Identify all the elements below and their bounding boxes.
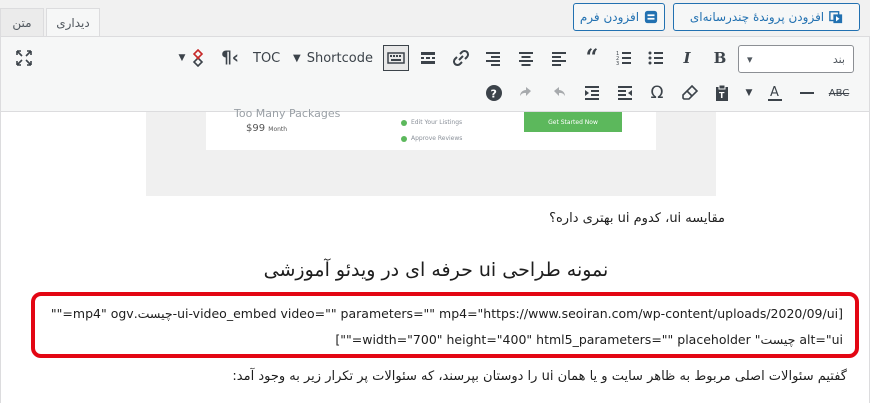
- media-icon: [829, 11, 843, 24]
- toc-button[interactable]: TOC: [253, 45, 280, 71]
- link-icon[interactable]: [448, 45, 474, 71]
- shortcode-line: alt="ui چیست" width="700" height="400" h…: [335, 332, 843, 347]
- paragraph: مقایسه ui، کدوم ui بهتری داره؟: [549, 211, 725, 226]
- help-icon[interactable]: ?: [481, 80, 507, 106]
- read-more-icon[interactable]: [415, 45, 441, 71]
- fullscreen-icon[interactable]: [11, 45, 37, 71]
- package-features: Edit Your Listings Approve Reviews: [401, 115, 462, 147]
- shortcode-label: Shortcode: [306, 50, 373, 66]
- form-icon: [645, 10, 658, 24]
- special-character-icon[interactable]: Ω: [644, 80, 670, 106]
- align-right-icon[interactable]: [480, 45, 506, 71]
- chevron-down-icon: ▾: [747, 52, 753, 66]
- price-suffix: Month: [268, 126, 288, 133]
- redo-icon[interactable]: [513, 80, 539, 106]
- pricing-image-content: Too Many Packages $99 Month Edit Your Li…: [206, 107, 656, 150]
- list-item: Edit Your Listings: [401, 115, 462, 131]
- align-left-icon[interactable]: [546, 45, 572, 71]
- horizontal-line-icon[interactable]: [794, 80, 820, 106]
- bullet-list-icon[interactable]: [643, 45, 669, 71]
- svg-text:A: A: [770, 85, 779, 100]
- undo-icon[interactable]: [546, 80, 572, 106]
- check-icon: [401, 135, 407, 142]
- paste-as-text-icon[interactable]: T: [709, 80, 735, 106]
- blockquote-icon[interactable]: “: [579, 45, 605, 71]
- check-icon: [401, 119, 407, 126]
- add-form-label: افزودن فرم: [579, 10, 640, 24]
- price-value: $99: [246, 123, 266, 134]
- clear-formatting-icon[interactable]: [677, 80, 703, 106]
- strikethrough-icon[interactable]: ABC: [826, 80, 852, 106]
- paragraph-direction-icon[interactable]: ¶‹: [217, 45, 243, 71]
- shortcode-dropdown[interactable]: ▼ Shortcode: [293, 45, 373, 71]
- feature-label: Edit Your Listings: [411, 119, 463, 126]
- section-heading: نمونه طراحی ui حرفه ای در ویدئو آموزشی: [263, 259, 609, 281]
- feature-label: Approve Reviews: [411, 135, 463, 142]
- add-form-button[interactable]: افزودن فرم: [573, 3, 665, 31]
- tab-text[interactable]: متن: [0, 8, 44, 36]
- embedded-image: Too Many Packages $99 Month Edit Your Li…: [146, 107, 716, 196]
- add-media-button[interactable]: افزودن پروندهٔ چندرسانه‌ای: [673, 3, 860, 31]
- editor-content-area[interactable]: Too Many Packages $99 Month Edit Your Li…: [0, 107, 870, 403]
- packages-title: Too Many Packages: [234, 107, 341, 120]
- outdent-icon[interactable]: [612, 80, 638, 106]
- align-center-icon[interactable]: [513, 45, 539, 71]
- format-select[interactable]: ▾ بند: [738, 45, 854, 73]
- bold-icon[interactable]: B: [707, 45, 733, 71]
- numbered-list-icon[interactable]: 123: [611, 45, 637, 71]
- get-started-button: Get Started Now: [524, 112, 622, 132]
- chevron-down-icon: ▼: [178, 53, 186, 63]
- tab-visual[interactable]: دیداری: [46, 8, 100, 36]
- seo-plugin-dropdown[interactable]: ▼: [173, 45, 213, 71]
- plugin-logo-icon: [193, 49, 204, 67]
- text-color-icon[interactable]: A: [762, 80, 788, 106]
- chevron-down-icon: ▼: [293, 52, 301, 64]
- format-select-value: بند: [832, 52, 845, 66]
- add-media-label: افزودن پروندهٔ چندرسانه‌ای: [689, 10, 825, 24]
- list-item: Approve Reviews: [401, 131, 462, 147]
- svg-text:?: ?: [491, 88, 497, 101]
- svg-text:3: 3: [616, 61, 619, 67]
- indent-icon[interactable]: [579, 80, 605, 106]
- highlighted-shortcode-box: [ui-video_embed video="" parameters="" m…: [31, 292, 859, 358]
- package-price: $99 Month: [246, 123, 287, 134]
- svg-text:T: T: [719, 91, 725, 100]
- italic-icon[interactable]: I: [674, 45, 700, 71]
- chevron-down-icon[interactable]: ▼: [741, 80, 757, 106]
- shortcode-line: [ui-video_embed video="" parameters="" m…: [50, 306, 843, 321]
- editor-top-bar: افزودن پروندهٔ چندرسانه‌ای افزودن فرم دی…: [0, 0, 870, 36]
- toolbar-toggle-icon[interactable]: [383, 45, 409, 71]
- paragraph: گفتیم سئوالات اصلی مربوط به ظاهر سایت و …: [232, 369, 847, 384]
- editor-toolbar: ▾ بند B I 123 “ ▼ Shortcode TOC ¶‹ ▼ ABC: [0, 36, 870, 112]
